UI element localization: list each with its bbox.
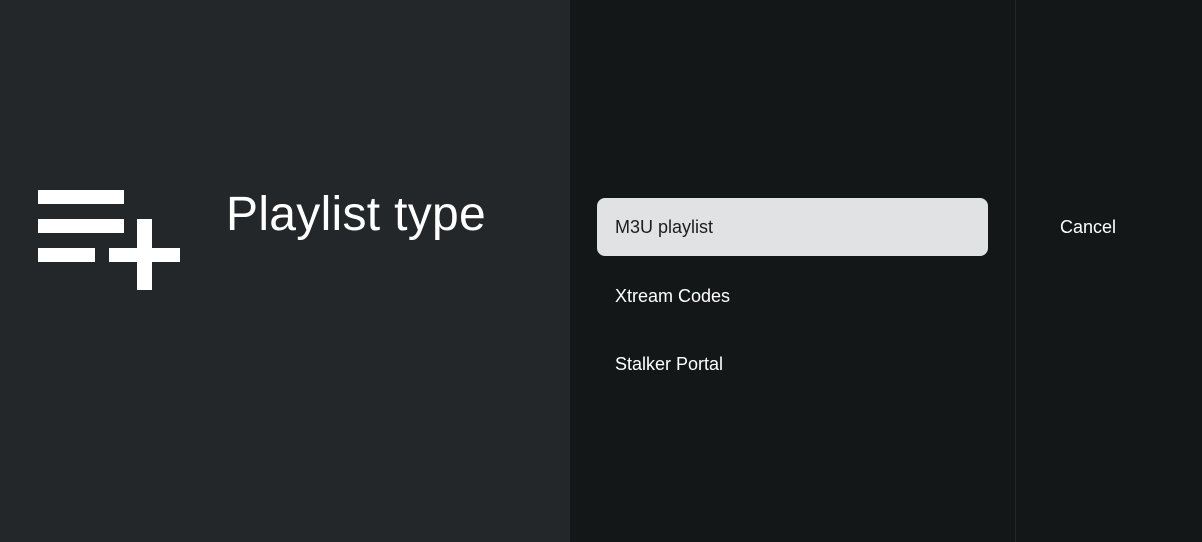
actions-pane: Cancel	[1016, 0, 1202, 542]
guided-step-screen: Playlist type M3U playlist Xtream Codes …	[0, 0, 1202, 542]
cancel-button[interactable]: Cancel	[1060, 212, 1116, 242]
option-stalker-portal[interactable]: Stalker Portal	[597, 335, 988, 393]
options-list: M3U playlist Xtream Codes Stalker Portal	[570, 0, 1015, 542]
page-title: Playlist type	[226, 188, 487, 241]
guidance-pane: Playlist type	[0, 0, 570, 542]
option-m3u-playlist[interactable]: M3U playlist	[597, 198, 988, 256]
playlist-add-icon	[38, 190, 180, 290]
option-xtream-codes[interactable]: Xtream Codes	[597, 267, 988, 325]
